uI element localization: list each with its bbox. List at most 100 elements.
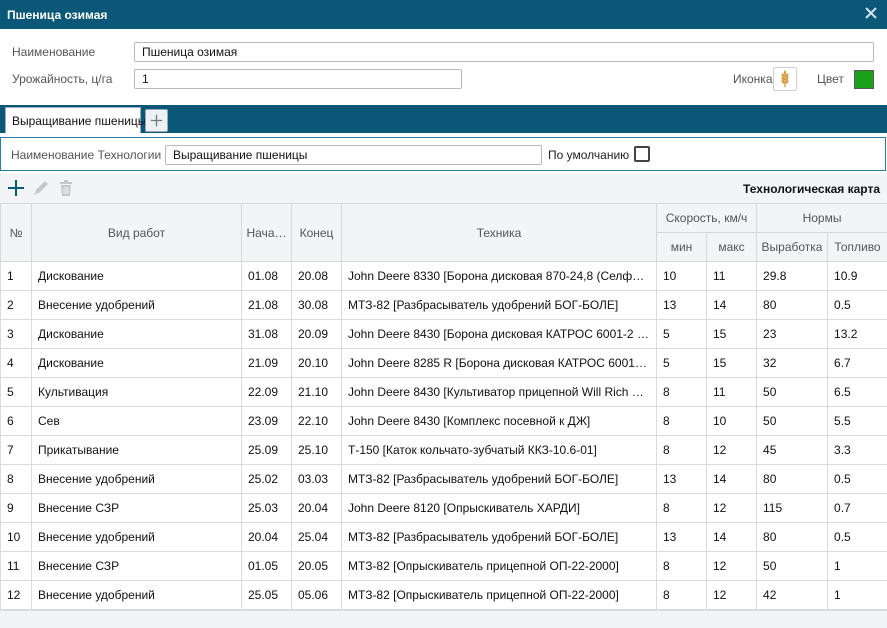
cell-num[interactable]: 9 [0,493,32,523]
cell-fuel[interactable]: 0.5 [827,290,887,320]
cell-num[interactable]: 4 [0,348,32,378]
table-row[interactable]: 6 Сев 23.09 22.10 John Deere 8430 [Комплекс … [0,406,887,436]
cell-speed-max[interactable]: 12 [705,551,758,581]
name-field[interactable] [134,42,874,62]
cell-fuel[interactable]: 0.5 [827,464,887,494]
cell-start[interactable]: 20.04 [241,522,292,552]
cell-speed-max[interactable]: 15 [705,319,758,349]
cell-end[interactable]: 20.09 [291,319,342,349]
cell-end[interactable]: 22.10 [291,406,342,436]
cell-output[interactable]: 32 [756,348,829,378]
cell-output[interactable]: 42 [756,580,829,610]
cell-output[interactable]: 29.8 [756,261,829,291]
cell-speed-max[interactable]: 14 [705,522,758,552]
cell-work[interactable]: Внесение удобрений [31,290,242,320]
plus-icon[interactable] [7,179,25,197]
cell-machinery[interactable]: Т-150 [Каток кольчато-зубчатый ККЗ-10.6-… [341,435,657,465]
cell-speed-max[interactable]: 10 [705,406,758,436]
default-checkbox[interactable] [634,146,650,162]
col-header-start[interactable]: Нача… [241,203,292,262]
color-swatch[interactable] [854,70,874,89]
table-row[interactable]: 8 Внесение удобрений 25.02 03.03 МТЗ-82 [Раз… [0,464,887,494]
cell-machinery[interactable]: МТЗ-82 [Опрыскиватель прицепной ОП-22-20… [341,551,657,581]
cell-work[interactable]: Прикатывание [31,435,242,465]
cell-start[interactable]: 25.09 [241,435,292,465]
cell-speed-min[interactable]: 8 [656,551,707,581]
cell-work[interactable]: Внесение удобрений [31,464,242,494]
cell-output[interactable]: 45 [756,435,829,465]
yield-field[interactable] [134,69,462,89]
cell-speed-max[interactable]: 12 [705,580,758,610]
cell-speed-max[interactable]: 12 [705,435,758,465]
cell-speed-min[interactable]: 5 [656,348,707,378]
cell-fuel[interactable]: 1 [827,580,887,610]
cell-fuel[interactable]: 3.3 [827,435,887,465]
cell-end[interactable]: 25.04 [291,522,342,552]
table-row[interactable]: 11 Внесение СЗР 01.05 20.05 МТЗ-82 [Опрыскив… [0,551,887,581]
cell-work[interactable]: Внесение СЗР [31,493,242,523]
cell-end[interactable]: 20.10 [291,348,342,378]
crop-icon-picker[interactable] [773,67,797,91]
cell-fuel[interactable]: 1 [827,551,887,581]
cell-work[interactable]: Культивация [31,377,242,407]
cell-fuel[interactable]: 10.9 [827,261,887,291]
cell-num[interactable]: 6 [0,406,32,436]
cell-num[interactable]: 8 [0,464,32,494]
table-row[interactable]: 7 Прикатывание 25.09 25.10 Т-150 [Каток коль… [0,435,887,465]
cell-machinery[interactable]: John Deere 8120 [Опрыскиватель ХАРДИ] [341,493,657,523]
table-row[interactable]: 12 Внесение удобрений 25.05 05.06 МТЗ-82 [Оп… [0,580,887,610]
cell-speed-min[interactable]: 13 [656,290,707,320]
pencil-icon[interactable] [32,179,50,197]
cell-machinery[interactable]: John Deere 8285 R [Борона дисковая КАТРО… [341,348,657,378]
table-row[interactable]: 5 Культивация 22.09 21.10 John Deere 8430 [К… [0,377,887,407]
cell-end[interactable]: 20.05 [291,551,342,581]
cell-work[interactable]: Дискование [31,319,242,349]
cell-start[interactable]: 25.02 [241,464,292,494]
cell-start[interactable]: 21.08 [241,290,292,320]
tab-technology[interactable]: Выращивание пшеницы [5,107,146,133]
cell-output[interactable]: 115 [756,493,829,523]
cell-machinery[interactable]: МТЗ-82 [Разбрасыватель удобрений БОГ-БОЛ… [341,290,657,320]
cell-work[interactable]: Дискование [31,261,242,291]
cell-speed-min[interactable]: 13 [656,464,707,494]
cell-speed-min[interactable]: 10 [656,261,707,291]
cell-end[interactable]: 21.10 [291,377,342,407]
cell-end[interactable]: 03.03 [291,464,342,494]
cell-machinery[interactable]: МТЗ-82 [Разбрасыватель удобрений БОГ-БОЛ… [341,522,657,552]
cell-output[interactable]: 23 [756,319,829,349]
table-row[interactable]: 2 Внесение удобрений 21.08 30.08 МТЗ-82 [Раз… [0,290,887,320]
cell-speed-min[interactable]: 8 [656,493,707,523]
cell-start[interactable]: 31.08 [241,319,292,349]
cell-fuel[interactable]: 5.5 [827,406,887,436]
cell-num[interactable]: 11 [0,551,32,581]
technology-name-field[interactable] [165,145,542,165]
cell-num[interactable]: 1 [0,261,32,291]
cell-speed-max[interactable]: 11 [705,261,758,291]
cell-machinery[interactable]: John Deere 8430 [Комплекс посевной к ДЖ] [341,406,657,436]
table-row[interactable]: 3 Дискование 31.08 20.09 John Deere 8430 [Бо… [0,319,887,349]
cell-speed-max[interactable]: 11 [705,377,758,407]
cell-speed-min[interactable]: 8 [656,435,707,465]
cell-fuel[interactable]: 0.5 [827,522,887,552]
cell-num[interactable]: 10 [0,522,32,552]
cell-output[interactable]: 50 [756,406,829,436]
col-header-speed-min[interactable]: мин [656,232,707,262]
cell-end[interactable]: 05.06 [291,580,342,610]
col-header-num[interactable]: № [0,203,32,262]
cell-start[interactable]: 23.09 [241,406,292,436]
col-header-end[interactable]: Конец [291,203,342,262]
cell-work[interactable]: Дискование [31,348,242,378]
cell-speed-max[interactable]: 12 [705,493,758,523]
cell-output[interactable]: 80 [756,464,829,494]
cell-speed-min[interactable]: 8 [656,580,707,610]
col-header-speed-max[interactable]: макс [705,232,758,262]
cell-speed-max[interactable]: 14 [705,464,758,494]
cell-fuel[interactable]: 6.5 [827,377,887,407]
table-row[interactable]: 9 Внесение СЗР 25.03 20.04 John Deere 8120 [… [0,493,887,523]
cell-end[interactable]: 30.08 [291,290,342,320]
cell-fuel[interactable]: 0.7 [827,493,887,523]
cell-work[interactable]: Внесение удобрений [31,522,242,552]
cell-end[interactable]: 25.10 [291,435,342,465]
col-header-output[interactable]: Выработка [756,232,829,262]
cell-output[interactable]: 50 [756,377,829,407]
